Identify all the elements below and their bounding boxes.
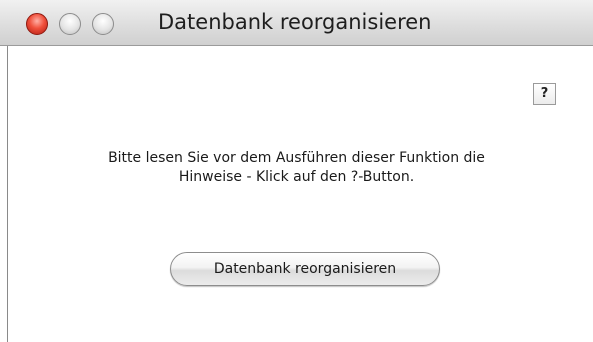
titlebar[interactable]: Datenbank reorganisieren	[0, 0, 593, 46]
reorganize-database-button[interactable]: Datenbank reorganisieren	[170, 252, 440, 286]
instruction-line-2: Hinweise - Klick auf den ?-Button.	[178, 169, 415, 185]
help-button[interactable]: ?	[533, 83, 556, 105]
dialog-window: Datenbank reorganisieren ? Bitte lesen S…	[0, 0, 593, 342]
window-title: Datenbank reorganisieren	[158, 10, 432, 34]
minimize-button[interactable]	[59, 13, 81, 35]
zoom-button[interactable]	[92, 13, 114, 35]
instruction-line-1: Bitte lesen Sie vor dem Ausführen dieser…	[108, 150, 485, 166]
close-button[interactable]	[26, 13, 48, 35]
instruction-message: Bitte lesen Sie vor dem Ausführen dieser…	[0, 149, 593, 187]
